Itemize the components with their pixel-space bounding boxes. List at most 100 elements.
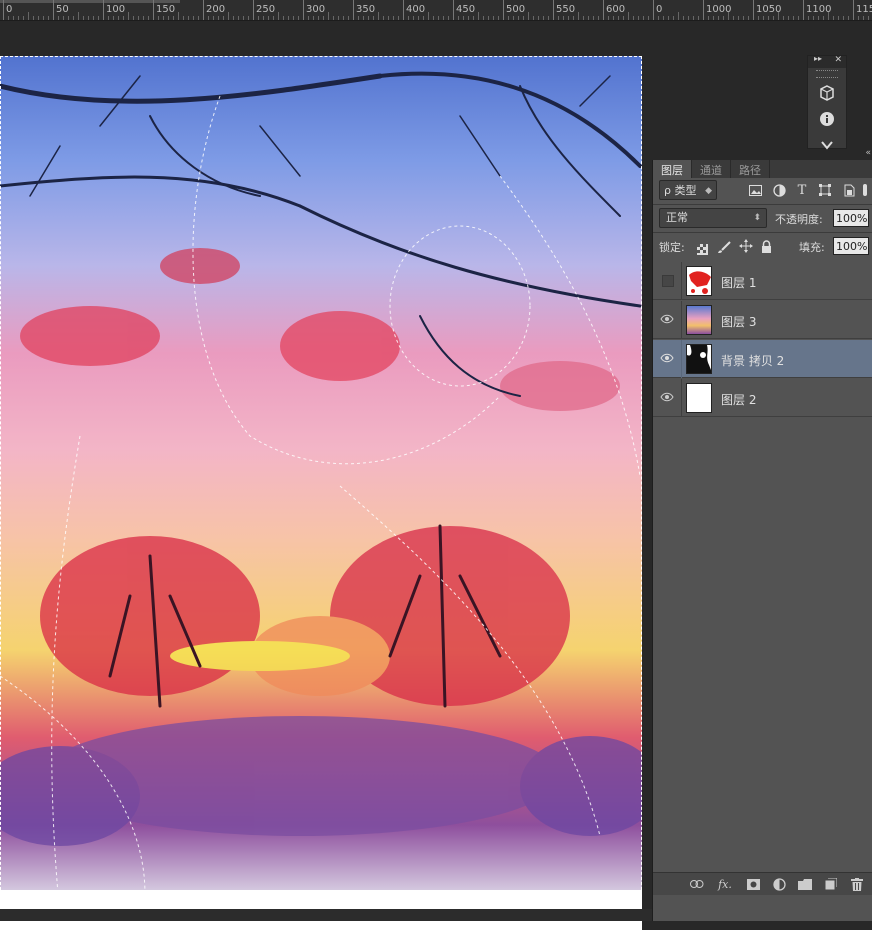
ruler-minor-tick	[493, 16, 494, 20]
ruler-minor-tick	[693, 16, 694, 20]
ruler-minor-tick	[678, 12, 679, 20]
ruler-major-tick	[103, 0, 104, 20]
ruler-label: 450	[456, 4, 476, 15]
ruler-minor-tick	[223, 16, 224, 20]
ruler-minor-tick	[228, 12, 229, 20]
ruler-label: 1150	[856, 4, 872, 15]
tab-paths[interactable]: 路径	[731, 160, 770, 178]
filter-toggle-icon[interactable]	[861, 182, 869, 198]
drag-grip[interactable]	[816, 70, 838, 78]
ruler-minor-tick	[388, 16, 389, 20]
trash-icon[interactable]	[849, 876, 865, 892]
eye-icon[interactable]	[659, 350, 675, 366]
opacity-label: 不透明度:	[775, 213, 823, 226]
properties-icon[interactable]	[808, 132, 846, 158]
ruler-minor-tick	[63, 16, 64, 20]
expand-arrows-icon[interactable]: ▸▸	[814, 54, 822, 63]
ruler-minor-tick	[683, 16, 684, 20]
ruler-minor-tick	[288, 16, 289, 20]
ruler-minor-tick	[78, 12, 79, 20]
ruler-minor-tick	[188, 16, 189, 20]
ruler-minor-tick	[73, 16, 74, 20]
ruler-minor-tick	[593, 16, 594, 20]
ruler-minor-tick	[573, 16, 574, 20]
canvas-bottom-bar	[0, 909, 652, 921]
layer-name: 背景 拷贝 2	[721, 354, 785, 368]
3d-cube-icon[interactable]	[808, 80, 846, 106]
eye-icon[interactable]	[659, 389, 675, 405]
eye-icon[interactable]	[659, 311, 675, 327]
ruler-minor-tick	[363, 16, 364, 20]
layer-thumbnail	[686, 305, 712, 335]
ruler-minor-tick	[618, 16, 619, 20]
layer-row-1[interactable]: 图层 1	[653, 262, 872, 300]
layer-thumbnail	[686, 344, 712, 374]
ruler-minor-tick	[608, 16, 609, 20]
ruler-minor-tick	[248, 16, 249, 20]
adjustment-icon[interactable]	[771, 876, 787, 892]
layer-thumbnail	[686, 383, 712, 413]
watercolor-artwork	[0, 71, 642, 930]
lock-transparent-icon[interactable]	[697, 240, 708, 259]
ruler-minor-tick	[508, 16, 509, 20]
filter-shape-icon[interactable]	[817, 182, 833, 198]
ruler-minor-tick	[663, 16, 664, 20]
mask-icon[interactable]	[745, 876, 761, 892]
ruler-minor-tick	[338, 16, 339, 20]
layer-filter-select[interactable]: ρ 类型 ◆	[659, 180, 717, 200]
ruler-minor-tick	[18, 16, 19, 20]
visibility-toggle-off[interactable]	[662, 275, 674, 287]
ruler-minor-tick	[408, 16, 409, 20]
ruler-major-tick	[3, 0, 4, 20]
link-icon[interactable]	[689, 876, 705, 892]
blend-mode-select[interactable]: 正常 ⬍	[659, 208, 767, 228]
opacity-field[interactable]: 100%	[833, 209, 869, 227]
ruler-minor-tick	[83, 16, 84, 20]
ruler-label: 600	[606, 4, 626, 15]
fill-field[interactable]: 100%	[833, 237, 869, 255]
ruler-minor-tick	[268, 16, 269, 20]
layers-footer: fx.	[653, 872, 872, 895]
filter-adjustment-icon[interactable]	[771, 182, 787, 198]
document-canvas[interactable]	[0, 56, 642, 930]
new-layer-icon[interactable]	[823, 876, 839, 892]
ruler-minor-tick	[723, 16, 724, 20]
ruler-minor-tick	[358, 16, 359, 20]
close-icon[interactable]: ✕	[834, 55, 842, 65]
ruler-minor-tick	[863, 16, 864, 20]
filter-type-icon[interactable]: T	[794, 182, 810, 198]
panel-collapse-icon[interactable]: «	[865, 148, 871, 158]
ruler-minor-tick	[633, 16, 634, 20]
group-folder-icon[interactable]	[797, 876, 813, 892]
filter-image-icon[interactable]	[747, 182, 763, 198]
lock-move-icon[interactable]	[739, 238, 753, 257]
layer-row-2[interactable]: 图层 2	[653, 379, 872, 417]
ruler-label: 150	[156, 4, 176, 15]
ruler-minor-tick	[243, 16, 244, 20]
ruler-minor-tick	[438, 16, 439, 20]
ruler-minor-tick	[563, 16, 564, 20]
tab-channels[interactable]: 通道	[692, 160, 731, 178]
ruler-minor-tick	[218, 16, 219, 20]
filter-smart-object-icon[interactable]	[841, 182, 857, 198]
fx-icon[interactable]: fx.	[717, 876, 733, 892]
ruler-minor-tick	[148, 16, 149, 20]
tab-layers[interactable]: 图层	[653, 160, 692, 178]
ruler-label: 250	[256, 4, 276, 15]
ruler-minor-tick	[798, 16, 799, 20]
info-icon[interactable]	[808, 106, 846, 132]
ruler-label: 1050	[756, 4, 782, 15]
ruler-minor-tick	[763, 16, 764, 20]
layer-row-3[interactable]: 图层 3	[653, 301, 872, 339]
lock-all-icon[interactable]	[761, 238, 772, 257]
ruler-minor-tick	[578, 12, 579, 20]
ruler-minor-tick	[858, 16, 859, 20]
layer-row-background-copy-2[interactable]: 背景 拷贝 2	[653, 340, 872, 378]
ruler-minor-tick	[43, 16, 44, 20]
ruler-minor-tick	[643, 16, 644, 20]
panel-strip-header: ▸▸ ✕	[808, 54, 846, 68]
ruler-minor-tick	[583, 16, 584, 20]
lock-brush-icon[interactable]	[717, 239, 731, 258]
ruler-minor-tick	[488, 16, 489, 20]
ruler-minor-tick	[278, 12, 279, 20]
